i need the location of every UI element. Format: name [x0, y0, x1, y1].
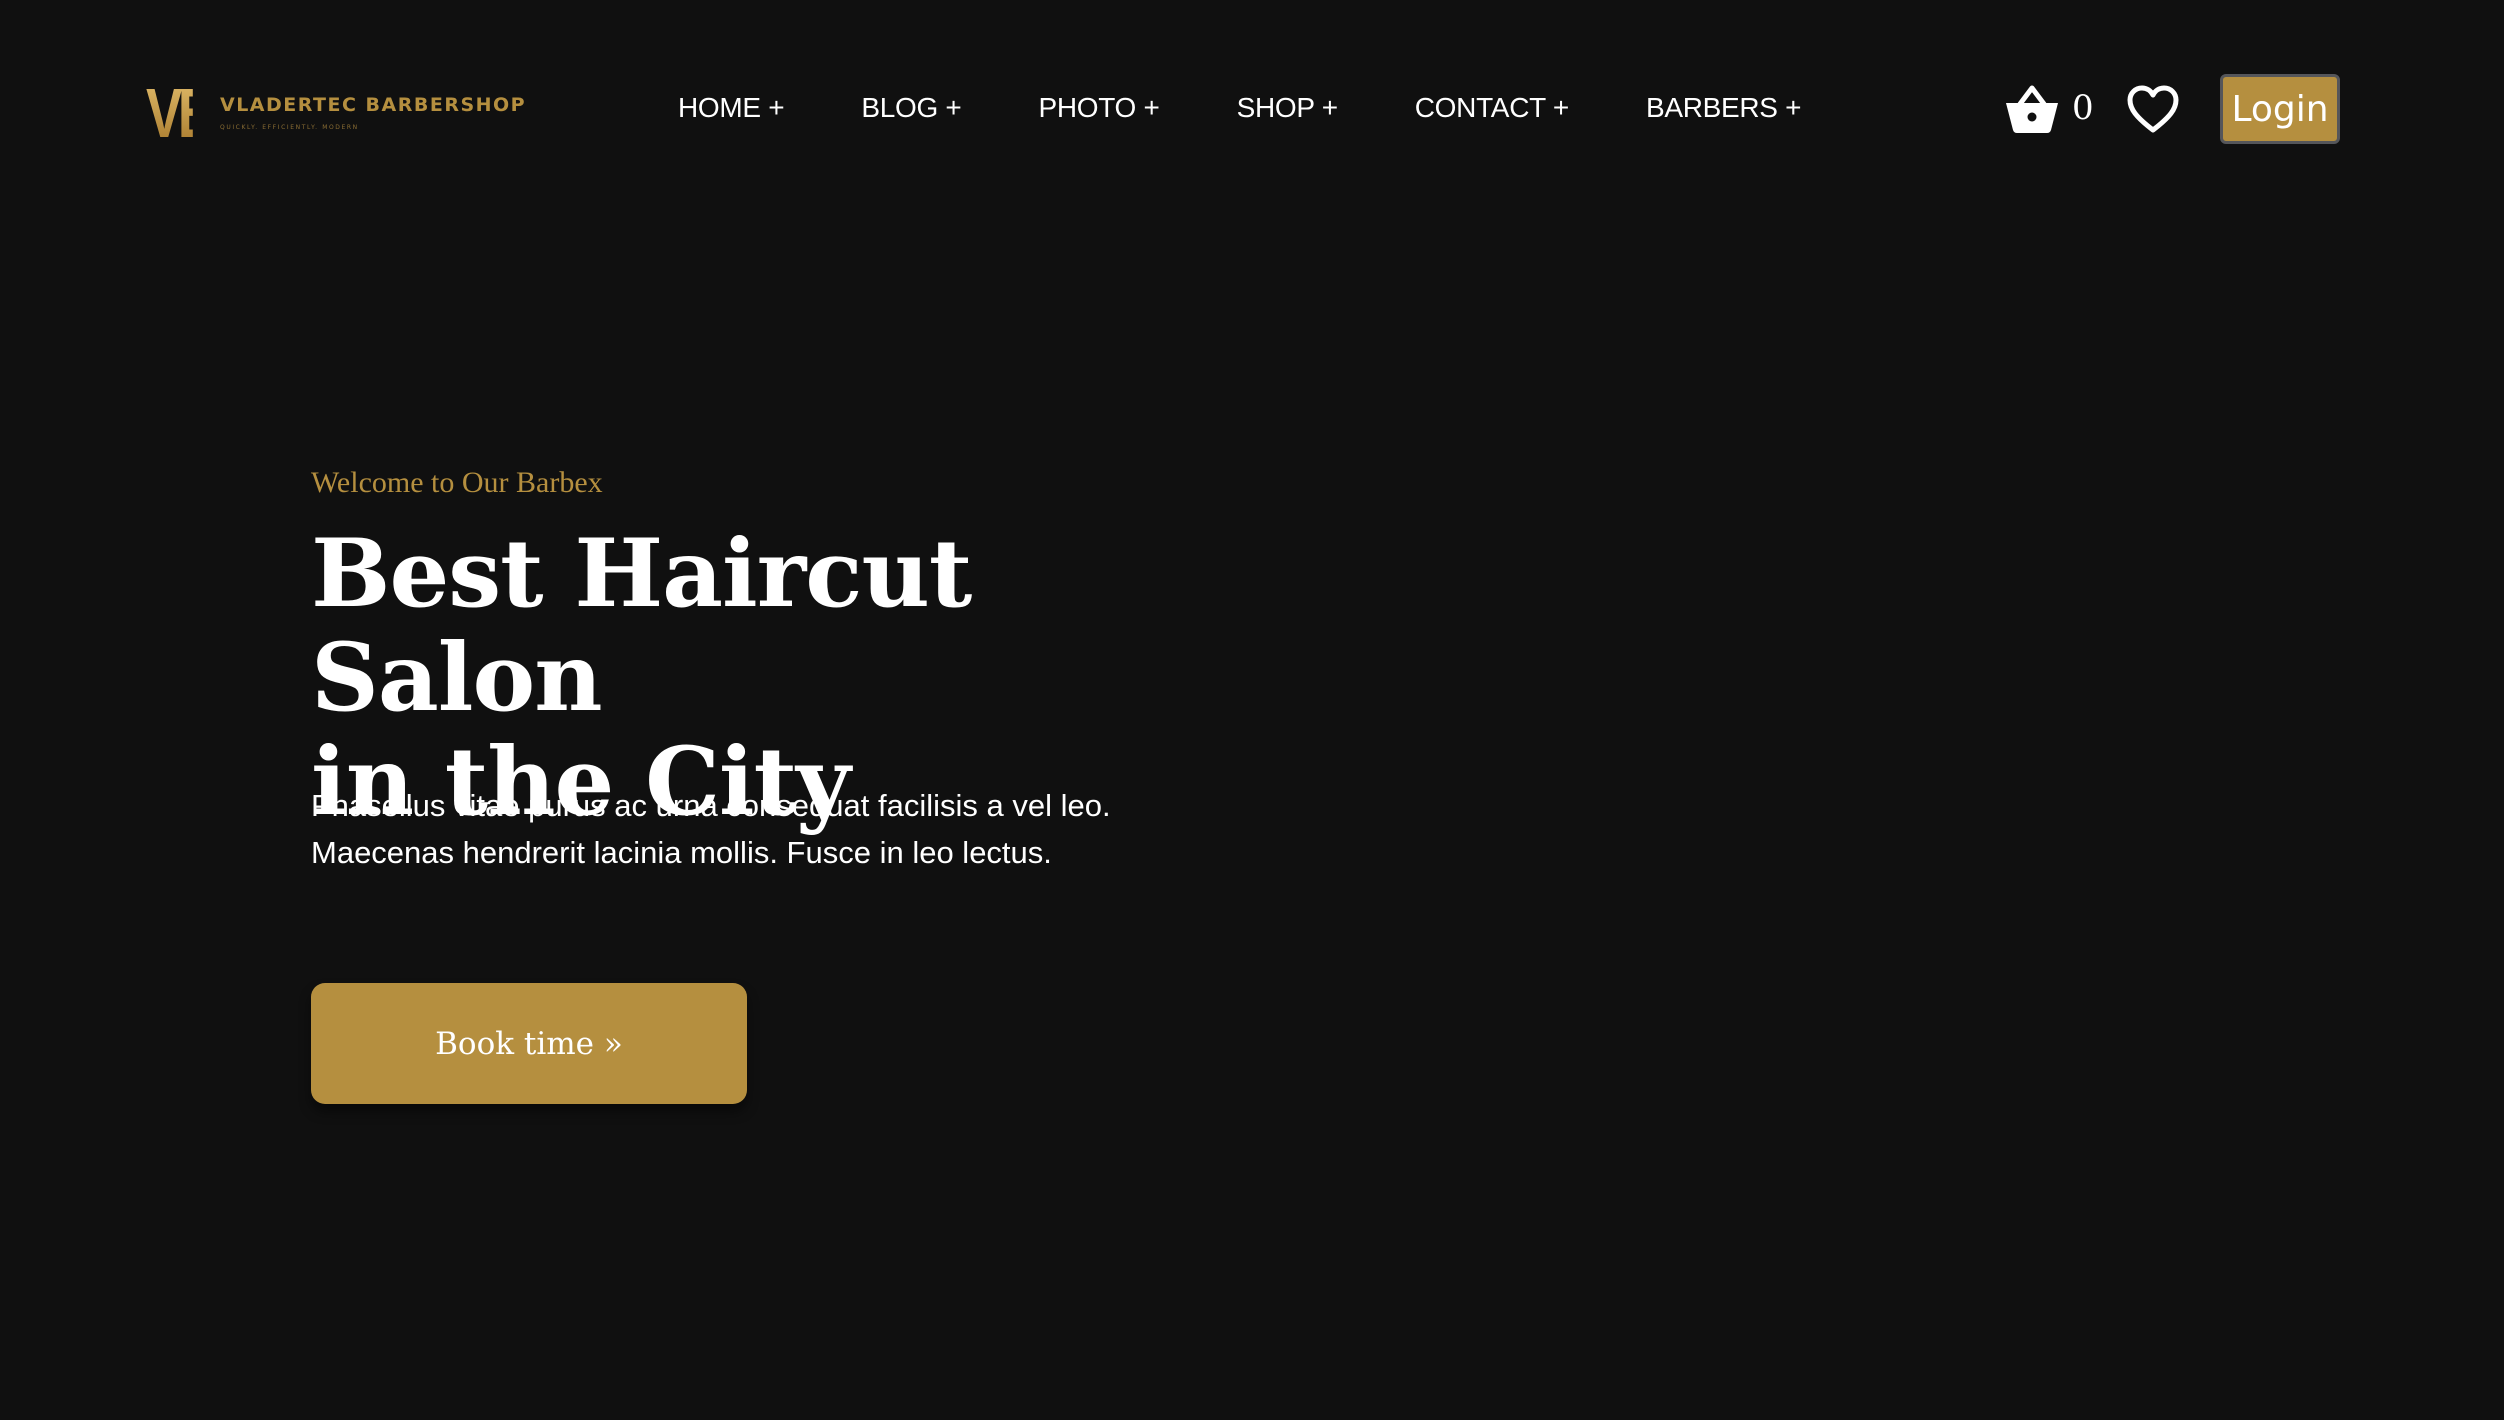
- login-button[interactable]: Login: [2220, 74, 2340, 144]
- wishlist-button[interactable]: [2126, 84, 2180, 134]
- logo-text: VLADERTEC BARBERSHOP QUICKLY. EFFICIENTL…: [220, 93, 527, 131]
- nav-item-barbers[interactable]: BARBERS +: [1646, 92, 1802, 124]
- nav-item-home[interactable]: HOME +: [678, 92, 785, 124]
- hero-description-line-2: Maecenas hendrerit lacinia mollis. Fusce…: [311, 835, 1052, 870]
- nav-item-shop[interactable]: SHOP +: [1237, 92, 1338, 124]
- nav-item-blog[interactable]: BLOG +: [861, 92, 961, 124]
- cart-count: 0: [2072, 88, 2094, 128]
- heart-icon: [2126, 84, 2180, 134]
- logo-mark: VB: [146, 74, 217, 152]
- book-time-button[interactable]: Book time »: [311, 983, 747, 1104]
- cart-button[interactable]: 0: [2004, 82, 2094, 134]
- brand-logo[interactable]: VB VLADERTEC BARBERSHOP QUICKLY. EFFICIE…: [146, 78, 526, 148]
- basket-icon: [2004, 82, 2060, 134]
- hero-title-line-1: Best Haircut Salon: [311, 519, 972, 733]
- hero-kicker: Welcome to Our Barbex: [311, 466, 603, 499]
- page: VB VLADERTEC BARBERSHOP QUICKLY. EFFICIE…: [0, 0, 2504, 1420]
- brand-tagline: QUICKLY. EFFICIENTLY. MODERN: [220, 123, 359, 131]
- brand-name: VLADERTEC BARBERSHOP: [220, 93, 527, 116]
- nav-item-contact[interactable]: CONTACT +: [1415, 92, 1569, 124]
- main-nav: HOME + BLOG + PHOTO + SHOP + CONTACT + B…: [678, 92, 1878, 124]
- hero-description: Phasellus vitae purus ac urna consequat …: [311, 782, 1211, 876]
- hero-description-line-1: Phasellus vitae purus ac urna consequat …: [311, 788, 1111, 823]
- nav-item-photo[interactable]: PHOTO +: [1038, 92, 1159, 124]
